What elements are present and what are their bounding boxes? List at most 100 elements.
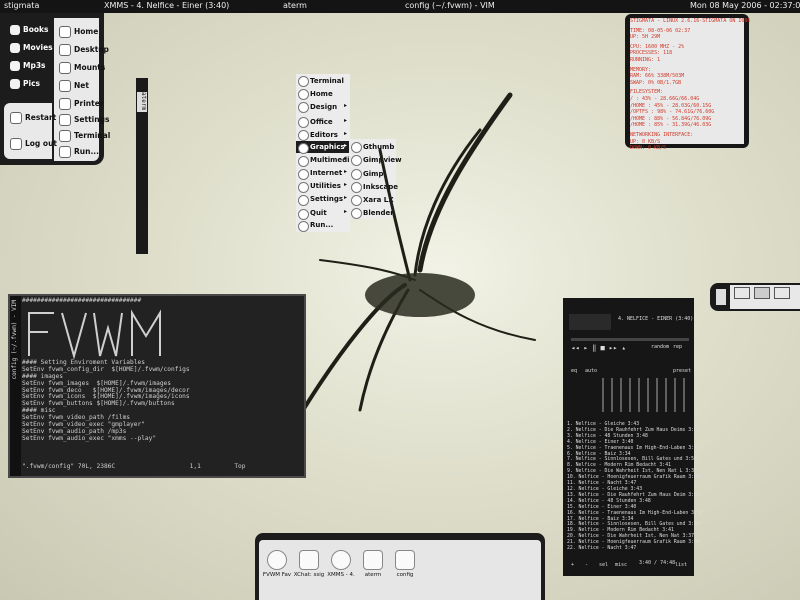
launcher-books[interactable]: Books <box>10 25 48 35</box>
launcher-movies[interactable]: Movies <box>10 43 53 53</box>
launcher-desktop[interactable]: Desktop <box>59 44 109 56</box>
launcher-mp3s[interactable]: Mp3s <box>10 61 46 71</box>
equalizer-sliders[interactable] <box>599 376 687 414</box>
dock-item-config[interactable]: config <box>389 544 421 578</box>
movie-icon <box>10 43 20 53</box>
clock: Mon 08 May 2006 - 02:37:02 <box>690 1 800 10</box>
launcher-home[interactable]: Home <box>59 26 98 38</box>
picture-icon <box>10 79 20 89</box>
vertical-pager[interactable]: aterm <box>136 78 148 254</box>
run-icon <box>59 146 71 158</box>
launcher-settings[interactable]: Settings <box>59 114 109 126</box>
playlist-remove-button[interactable]: - <box>585 562 588 568</box>
wallpaper-blob <box>365 273 475 317</box>
repeat-toggle[interactable]: rep <box>673 344 682 350</box>
launcher-run[interactable]: Run... <box>59 146 99 158</box>
logout-button[interactable]: Log out <box>10 138 57 150</box>
chat-icon <box>299 550 319 570</box>
monitor-line: /HOME : 45% - 28.03G/60.15G <box>630 102 712 109</box>
launcher-terminal[interactable]: Terminal <box>59 130 110 142</box>
text-line: ################################ <box>22 297 142 304</box>
restart-icon <box>10 112 22 124</box>
seek-bar[interactable] <box>571 338 689 341</box>
settings-icon <box>59 114 71 126</box>
taskbar-item-aterm[interactable]: aterm <box>283 1 307 10</box>
desktop-pager <box>710 283 800 311</box>
book-icon <box>10 25 20 35</box>
playlist-item[interactable]: 2. Nelfice - Die Rauhfehrt Zum Haus Deim… <box>567 428 700 434</box>
playlist-item[interactable]: 16. Nelfice - Traenenaus Im High-End-Lab… <box>567 511 703 517</box>
desk-name[interactable]: stigmata <box>4 1 39 10</box>
eq-auto[interactable]: auto <box>585 368 597 374</box>
playlist-list-button[interactable]: list <box>675 562 687 568</box>
places-panel: Home Desktop Mounts Net Printer Settings… <box>54 18 110 161</box>
vim-editor[interactable]: ################################ #### Se… <box>22 297 304 474</box>
monitor-line: STIGMATA - LINUX 2.6.16-STIGMATA ON I686 <box>630 18 751 24</box>
text-line: SetEnv fvwm_audio_exec "xmms --play" <box>22 434 157 442</box>
pager-desk-2[interactable] <box>754 287 770 299</box>
playlist[interactable]: 1. Nelfice - Gleiche 3:43 2. Nelfice - D… <box>567 422 703 552</box>
fvwm-ascii-logo <box>28 309 161 360</box>
monitor-line: / : 43% - 28.66G/66.04G <box>630 95 700 102</box>
monitor-line: /OPTFS : 98% - 74.61G/76.60G <box>630 109 715 116</box>
dock-items: FVWM Fav XChat: ssig XMMS - 4. aterm con… <box>259 540 541 600</box>
editor-icon <box>395 550 415 570</box>
monitor-line: DOWN: 0 KB/S <box>630 145 667 152</box>
monitor-line: RUNNING: 1 <box>630 56 661 63</box>
window-title: config (~/.fvwm) - VIM <box>11 300 18 380</box>
logout-icon <box>10 138 22 150</box>
monitor-line: FILESYSTEM: <box>630 89 664 96</box>
playlist-item[interactable]: 13. Nelfice - Die Rauhfehrt Zum Haus Dei… <box>567 493 700 499</box>
monitor-line: RAM: 66% 338M/503M <box>630 73 685 80</box>
dock-item-xmms[interactable]: XMMS - 4. <box>325 544 357 578</box>
playlist-item[interactable]: 5. Nelfice - Traenenaus Im High-End-Labe… <box>567 446 700 452</box>
eq-toggle[interactable]: eq <box>571 368 577 374</box>
drive-icon <box>59 62 71 74</box>
playlist-item[interactable]: 22. Nelfice - Nacht 3:47 <box>567 546 691 552</box>
pager-desk-1[interactable] <box>734 287 750 299</box>
playlist-misc-button[interactable]: misc <box>615 562 627 568</box>
eq-preset[interactable]: preset <box>673 368 691 374</box>
launcher-mounts[interactable]: Mounts <box>59 62 105 74</box>
music-icon <box>10 61 20 71</box>
launcher-printer[interactable]: Printer <box>59 98 103 110</box>
terminal-icon <box>363 550 383 570</box>
playlist-add-button[interactable]: + <box>571 562 574 568</box>
monitor-line: TIME: 08-05-06 02:37 <box>630 27 691 34</box>
random-toggle[interactable]: random <box>651 344 669 350</box>
pager-label: aterm <box>137 92 147 112</box>
window-titlebar[interactable]: config (~/.fvwm) - VIM <box>10 296 21 476</box>
vim-window[interactable]: config (~/.fvwm) - VIM #################… <box>8 294 306 478</box>
pager-desk-3[interactable] <box>774 287 790 299</box>
launcher-panel: Books Movies Mp3s Pics Home Desktop Moun… <box>0 13 110 165</box>
top-taskbar: stigmata XMMS - 4. Nelfice - Einer (3:40… <box>0 0 800 13</box>
home-icon <box>59 26 71 38</box>
launcher-pics[interactable]: Pics <box>10 79 40 89</box>
pager-handle[interactable] <box>716 289 726 305</box>
vim-statusline: ".fvwm/config" 70L, 2386C 1,1 Top <box>22 463 246 470</box>
desktop-icon <box>59 44 71 56</box>
restart-button[interactable]: Restart <box>10 112 56 124</box>
dock-item-aterm[interactable]: aterm <box>357 544 389 578</box>
taskbar-item-xmms[interactable]: XMMS - 4. Nelfice - Einer (3:40) <box>104 1 229 10</box>
text-line: SetEnv fvwm_buttons $[HOME]/.fvwm/button… <box>22 400 175 408</box>
system-monitor: STIGMATA - LINUX 2.6.16-STIGMATA ON I686… <box>625 14 751 151</box>
printer-icon <box>59 98 71 110</box>
menu-terminal[interactable]: Terminal <box>310 75 344 87</box>
taskbar-item-vim[interactable]: config (~/.fvwm) - VIM <box>405 1 495 10</box>
bottom-dock: FVWM Fav XChat: ssig XMMS - 4. aterm con… <box>255 533 545 600</box>
monitor-line: MEMORY: <box>630 66 652 73</box>
launcher-net[interactable]: Net <box>59 80 89 92</box>
fvwm-icon <box>267 550 287 570</box>
playlist-select-button[interactable]: sel <box>599 562 608 568</box>
transport-controls[interactable]: ◂◂ ▸ ‖ ■ ▸▸ ▴ <box>571 344 626 352</box>
eq-slider-graphic <box>602 378 685 412</box>
music-icon <box>331 550 351 570</box>
playlist-time: 3:40 / 74:48 <box>639 560 676 566</box>
wallpaper-art <box>298 92 536 417</box>
dock-item-fvwm[interactable]: FVWM Fav <box>261 544 293 578</box>
monitor-line: /HOME : 88% - 56.84G/76.09G <box>630 115 712 122</box>
monitor-line: PROCESSES: 118 <box>630 50 673 57</box>
monitor-line: UP: 0 KB/S <box>630 138 661 145</box>
dock-item-xchat[interactable]: XChat: ssig <box>293 544 325 578</box>
